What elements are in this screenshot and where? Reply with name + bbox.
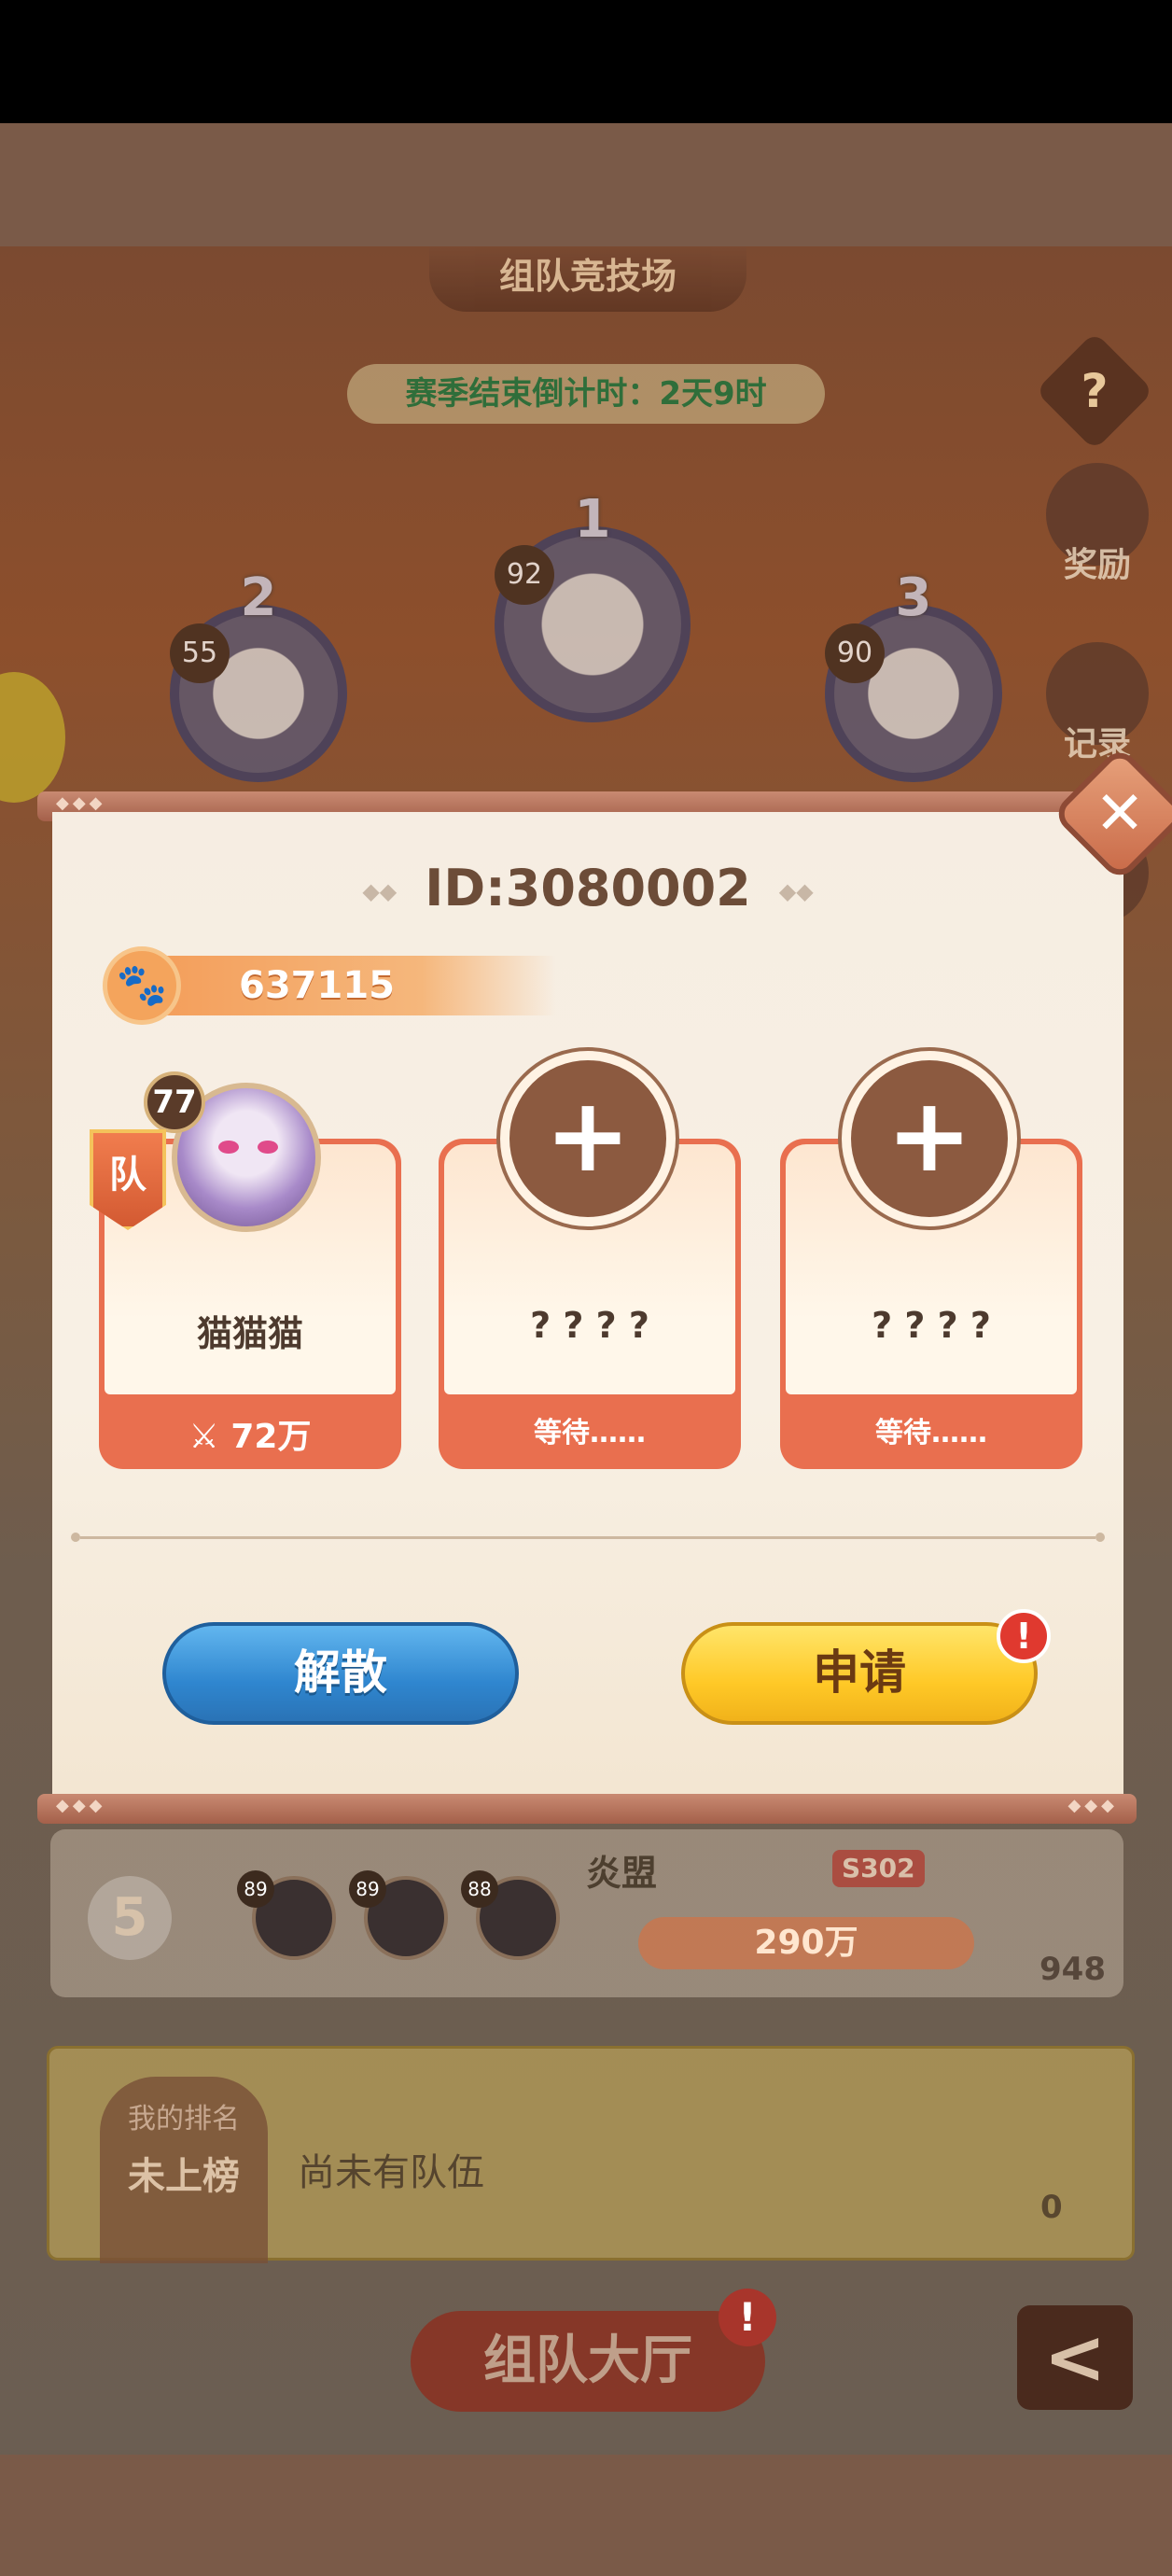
waiting-status: 等待…… bbox=[534, 1417, 646, 1449]
empty-slot-name: ? ? ? ? bbox=[530, 1305, 649, 1346]
team-info-modal: ◆◆ ID:3080002 ◆◆ 🐾 637115 猫猫猫 ⚔ 72万 77 队 +… bbox=[52, 812, 1123, 1794]
help-button[interactable]: ? bbox=[1035, 331, 1154, 451]
back-button[interactable]: < bbox=[1017, 2305, 1133, 2410]
plus-icon: + bbox=[851, 1060, 1008, 1217]
paw-icon: 🐾 bbox=[103, 946, 181, 1025]
disband-button[interactable]: 解散 bbox=[162, 1622, 519, 1725]
floating-bubble-icon[interactable] bbox=[0, 672, 65, 803]
bottom-letterbox bbox=[0, 2455, 1172, 2576]
no-team-text: 尚未有队伍 bbox=[298, 2151, 484, 2194]
row-rank: 5 bbox=[88, 1876, 172, 1960]
swords-icon: ⚔ bbox=[188, 1418, 219, 1456]
empty-slot-name: ? ? ? ? bbox=[872, 1305, 991, 1346]
server-tag: S302 bbox=[832, 1850, 925, 1887]
apply-button[interactable]: 申请 bbox=[681, 1622, 1038, 1725]
team-id: ◆◆ ID:3080002 ◆◆ bbox=[362, 859, 814, 917]
arena-title: 组队竞技场 bbox=[429, 246, 746, 312]
team-power-bar: 🐾 637115 bbox=[103, 946, 556, 1025]
status-bar-area bbox=[0, 0, 1172, 123]
member-name: 猫猫猫 bbox=[196, 1313, 303, 1354]
team-lobby-button[interactable]: 组队大厅 bbox=[411, 2311, 765, 2412]
team-slot-3[interactable]: + ? ? ? ? 等待…… bbox=[780, 1047, 1082, 1469]
team-power: 290万 bbox=[638, 1917, 974, 1969]
records-button[interactable]: 记录 bbox=[1041, 642, 1153, 773]
plus-icon: + bbox=[509, 1060, 666, 1217]
podium-rank-2[interactable]: 2 55 bbox=[170, 567, 347, 782]
podium-rank-3[interactable]: 3 90 bbox=[825, 567, 1002, 782]
ranking-row[interactable]: 5 89 89 88 炎盟 S302 290万 948 bbox=[50, 1829, 1123, 1997]
divider bbox=[71, 1533, 1105, 1542]
my-paw-score: 0 bbox=[1040, 2189, 1063, 2226]
question-icon: ? bbox=[1081, 364, 1109, 418]
modal-bottom-rod: ◆◆◆ ◆◆◆ bbox=[37, 1794, 1137, 1824]
top-letterbox bbox=[0, 123, 1172, 246]
close-icon: ✕ bbox=[1095, 779, 1145, 848]
season-countdown: 赛季结束倒计时：2天9时 bbox=[347, 364, 825, 424]
add-member-button[interactable]: + bbox=[496, 1047, 679, 1230]
my-rank-panel: 我的排名 未上榜 尚未有队伍 0 bbox=[47, 2046, 1135, 2263]
team-power-value: 637115 bbox=[239, 964, 395, 1007]
waiting-status: 等待…… bbox=[875, 1417, 987, 1449]
team-slot-2[interactable]: + ? ? ? ? 等待…… bbox=[439, 1047, 741, 1469]
paw-score: 948 bbox=[1039, 1951, 1106, 1988]
member-level-badge: 77 bbox=[144, 1071, 205, 1133]
apply-alert-badge: ! bbox=[997, 1609, 1051, 1663]
podium-rank-1[interactable]: 1 92 bbox=[495, 489, 691, 722]
guild-name: 炎盟 bbox=[586, 1853, 658, 1894]
lobby-alert-badge: ! bbox=[719, 2289, 776, 2346]
rewards-button[interactable]: 奖励 bbox=[1041, 463, 1153, 594]
my-rank-tag: 我的排名 未上榜 bbox=[100, 2077, 268, 2263]
add-member-button[interactable]: + bbox=[838, 1047, 1021, 1230]
member-power: ⚔ 72万 bbox=[188, 1418, 312, 1456]
